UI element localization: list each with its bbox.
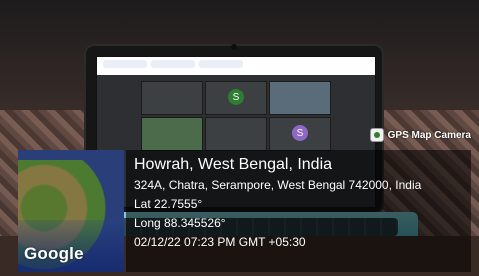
participant-avatar: S bbox=[228, 89, 244, 105]
location-info-panel: Howrah, West Bengal, India 324A, Chatra,… bbox=[126, 150, 471, 272]
video-tile: S bbox=[205, 81, 267, 115]
location-latitude: Lat 22.7555° bbox=[134, 197, 203, 211]
location-title: Howrah, West Bengal, India bbox=[134, 156, 333, 173]
browser-tab bbox=[103, 60, 147, 68]
photo-scene: S S GPS Map Camera Google Howrah, West B… bbox=[0, 0, 479, 276]
location-longitude: Long 88.345526° bbox=[134, 216, 226, 230]
location-timestamp: 02/12/22 07:23 PM GMT +05:30 bbox=[134, 235, 306, 249]
participant-avatar: S bbox=[292, 125, 308, 141]
webcam-icon bbox=[231, 44, 237, 50]
gps-map-camera-icon bbox=[369, 128, 384, 142]
video-tile bbox=[269, 81, 331, 115]
gps-map-camera-label: GPS Map Camera bbox=[387, 129, 471, 141]
browser-bar bbox=[97, 57, 375, 75]
video-tile bbox=[205, 117, 267, 151]
map-brand-label: Google bbox=[24, 244, 84, 263]
browser-tab bbox=[199, 60, 243, 68]
browser-tab bbox=[151, 60, 195, 68]
geotag-overlay: Google Howrah, West Bengal, India 324A, … bbox=[18, 150, 471, 272]
video-tile: S bbox=[269, 117, 331, 151]
video-tile bbox=[141, 117, 203, 151]
map-thumbnail: Google bbox=[18, 150, 124, 272]
video-tile bbox=[141, 81, 203, 115]
location-address: 324A, Chatra, Serampore, West Bengal 742… bbox=[134, 178, 422, 192]
gps-map-camera-badge: GPS Map Camera bbox=[369, 128, 471, 142]
